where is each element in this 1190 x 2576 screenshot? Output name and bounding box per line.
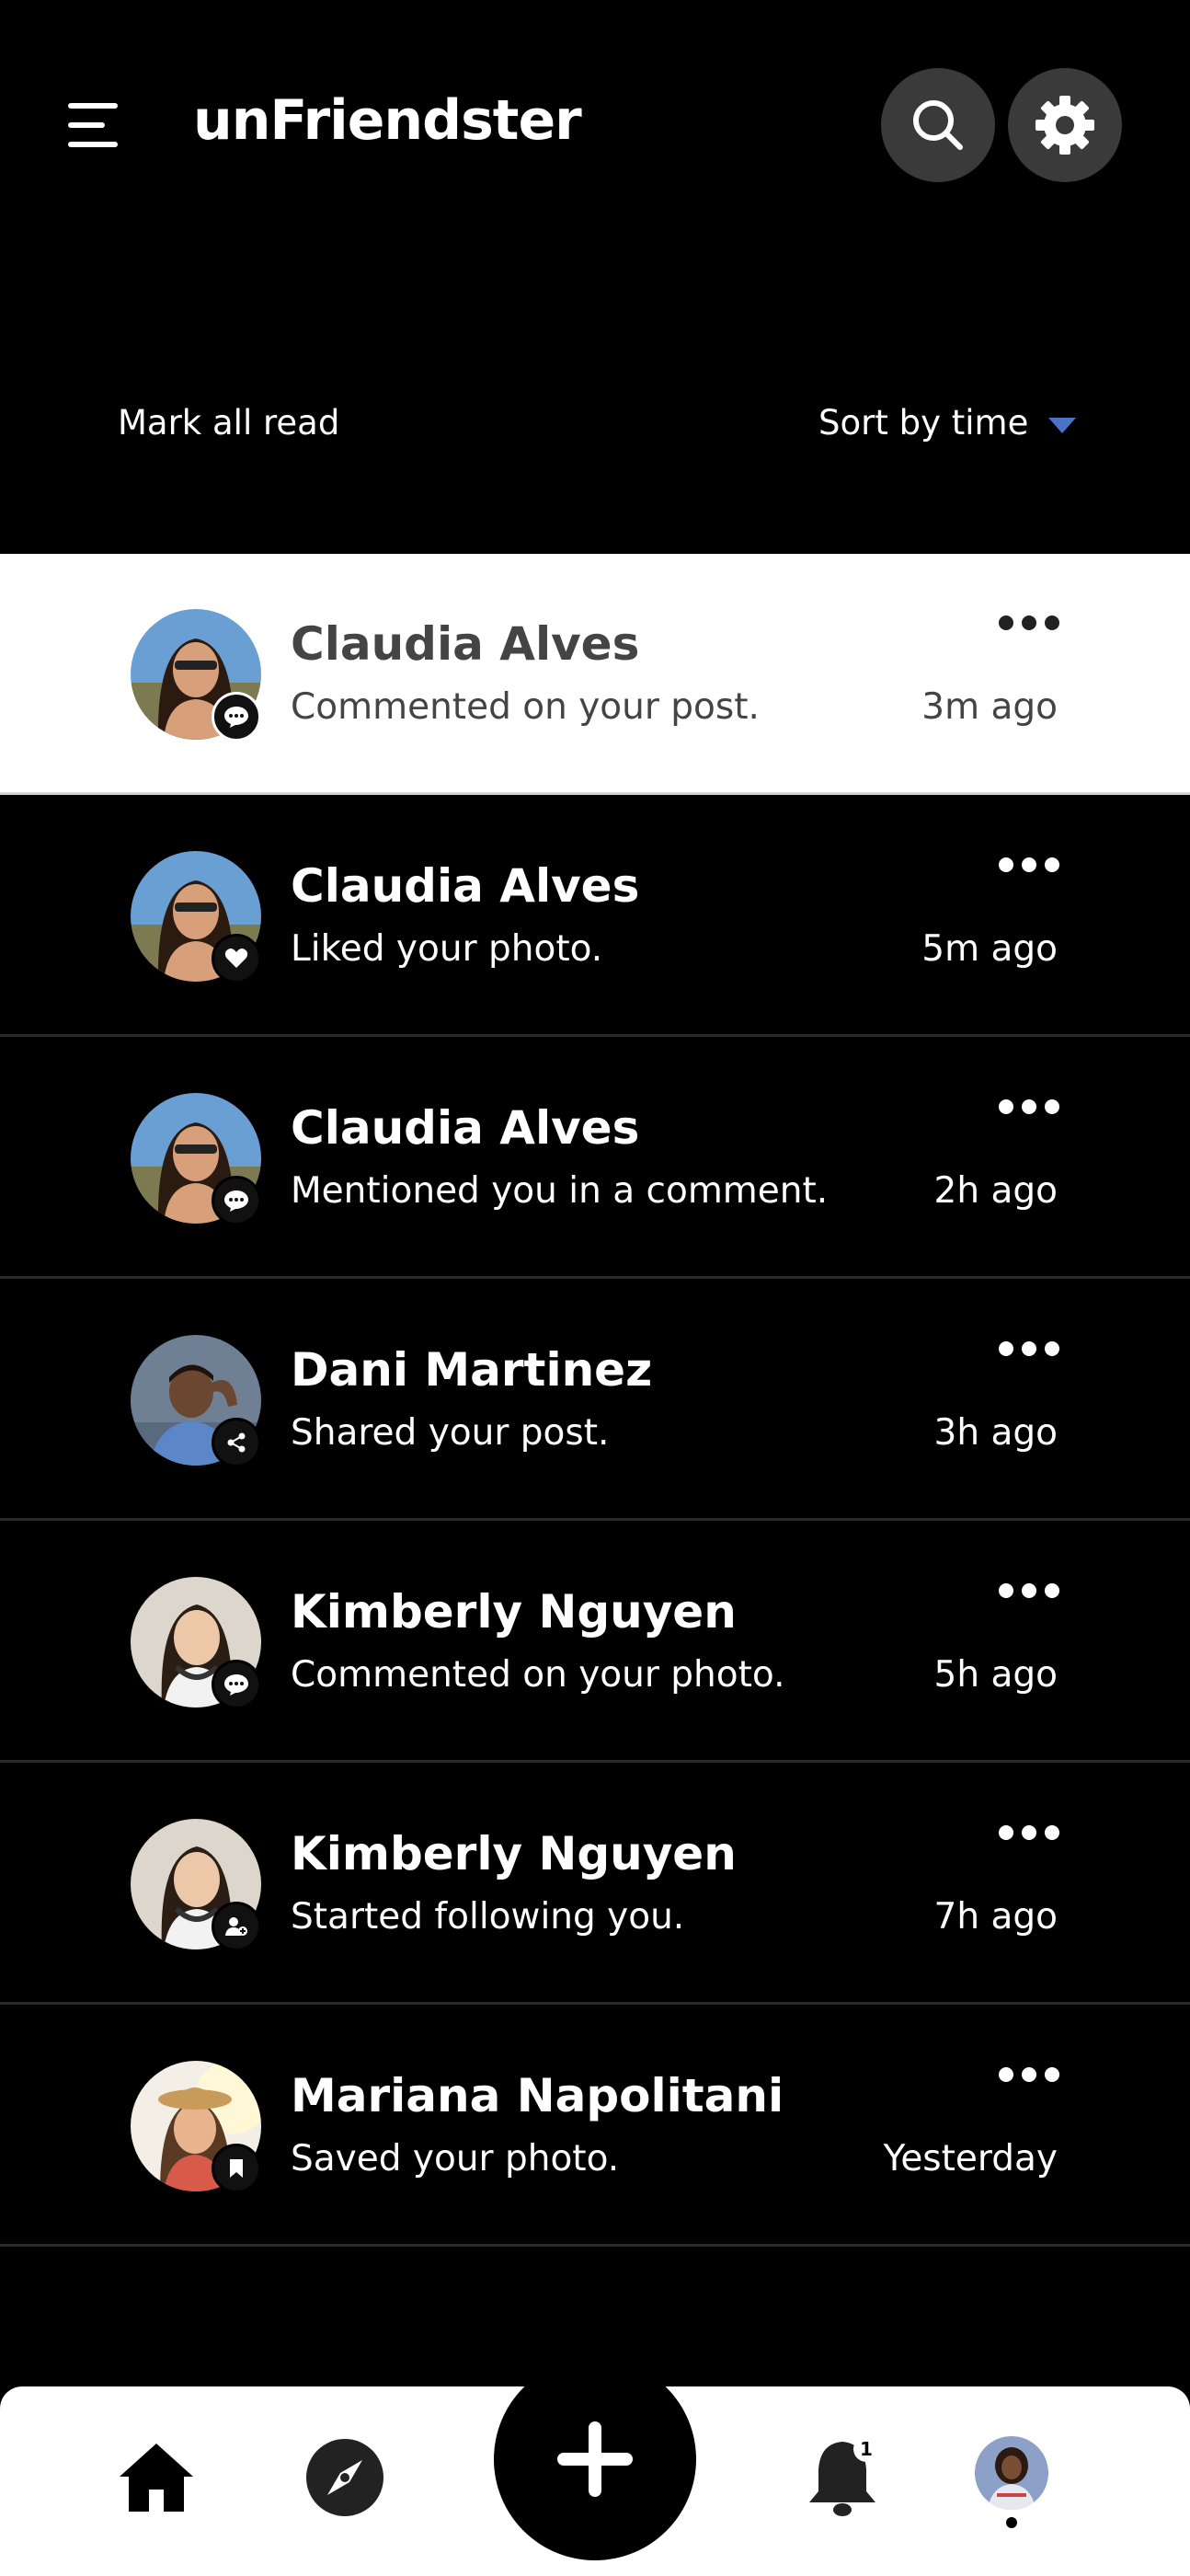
nav-notifications[interactable]: 1	[806, 2436, 879, 2521]
nav-explore[interactable]	[305, 2438, 384, 2521]
notification-text: Shared your post.	[291, 1412, 610, 1454]
notification-name: Claudia Alves	[291, 1101, 640, 1155]
home-icon	[120, 2444, 193, 2512]
search-button[interactable]	[881, 68, 995, 182]
notification-item[interactable]: Claudia Alves Mentioned you in a comment…	[0, 1038, 1190, 1279]
notification-text: Commented on your photo.	[291, 1654, 785, 1696]
more-options-button[interactable]	[999, 1819, 1059, 1846]
notification-item[interactable]: Kimberly Nguyen Started following you. 7…	[0, 1764, 1190, 2005]
notification-item[interactable]: Claudia Alves Liked your photo. 5m ago	[0, 796, 1190, 1037]
hamburger-icon	[68, 103, 118, 109]
more-options-button[interactable]	[999, 1335, 1059, 1363]
notification-text: Liked your photo.	[291, 928, 603, 970]
nav-profile[interactable]	[975, 2436, 1048, 2528]
settings-button[interactable]	[1008, 68, 1122, 182]
search-icon	[913, 100, 963, 150]
avatar	[975, 2436, 1048, 2510]
nav-home[interactable]	[118, 2440, 195, 2517]
comment-icon	[212, 1176, 261, 1225]
notification-name: Claudia Alves	[291, 859, 640, 913]
more-options-button[interactable]	[999, 609, 1059, 637]
notification-name: Kimberly Nguyen	[291, 1585, 737, 1639]
notification-text: Started following you.	[291, 1896, 685, 1938]
active-indicator	[1006, 2517, 1017, 2528]
comment-icon	[212, 1660, 261, 1709]
notification-item[interactable]: Kimberly Nguyen Commented on your photo.…	[0, 1522, 1190, 1763]
mark-all-read-button[interactable]: Mark all read	[118, 399, 339, 447]
notification-text: Saved your photo.	[291, 2138, 620, 2179]
heart-icon	[212, 934, 261, 983]
bookmark-icon	[212, 2144, 261, 2193]
notification-name: Kimberly Nguyen	[291, 1827, 737, 1880]
compass-icon	[306, 2439, 383, 2516]
notification-item[interactable]: Claudia Alves Commented on your post. 3m…	[0, 554, 1190, 795]
plus-icon	[557, 2421, 633, 2497]
notification-item[interactable]: Mariana Napolitani Saved your photo. Yes…	[0, 2006, 1190, 2247]
notification-time: 7h ago	[933, 1896, 1058, 1938]
share-icon	[212, 1418, 261, 1467]
notification-name: Dani Martinez	[291, 1343, 653, 1397]
more-options-button[interactable]	[999, 1093, 1059, 1121]
menu-button[interactable]	[64, 99, 125, 151]
notification-time: 5h ago	[933, 1654, 1058, 1696]
notification-item[interactable]: Dani Martinez Shared your post. 3h ago	[0, 1280, 1190, 1521]
notification-name: Claudia Alves	[291, 617, 640, 671]
more-options-button[interactable]	[999, 1577, 1059, 1604]
notification-time: 3h ago	[933, 1412, 1058, 1454]
notification-time: 5m ago	[921, 928, 1058, 970]
notification-time: 3m ago	[921, 686, 1058, 728]
notification-name: Mariana Napolitani	[291, 2069, 784, 2122]
notification-count-badge: 1	[853, 2436, 879, 2462]
comment-icon	[212, 692, 261, 742]
add-post-button[interactable]	[494, 2358, 696, 2560]
notification-text: Commented on your post.	[291, 686, 760, 728]
app-title: unFriendster	[193, 88, 582, 153]
notification-text: Mentioned you in a comment.	[291, 1170, 829, 1212]
more-options-button[interactable]	[999, 851, 1059, 879]
notification-time: Yesterday	[883, 2138, 1058, 2179]
notification-time: 2h ago	[933, 1170, 1058, 1212]
gear-icon	[1036, 96, 1094, 155]
more-options-button[interactable]	[999, 2061, 1059, 2088]
chevron-down-icon	[1048, 417, 1077, 433]
follow-icon	[212, 1902, 261, 1951]
sort-dropdown[interactable]: Sort by time	[818, 399, 1077, 447]
sort-label: Sort by time	[818, 403, 1029, 443]
